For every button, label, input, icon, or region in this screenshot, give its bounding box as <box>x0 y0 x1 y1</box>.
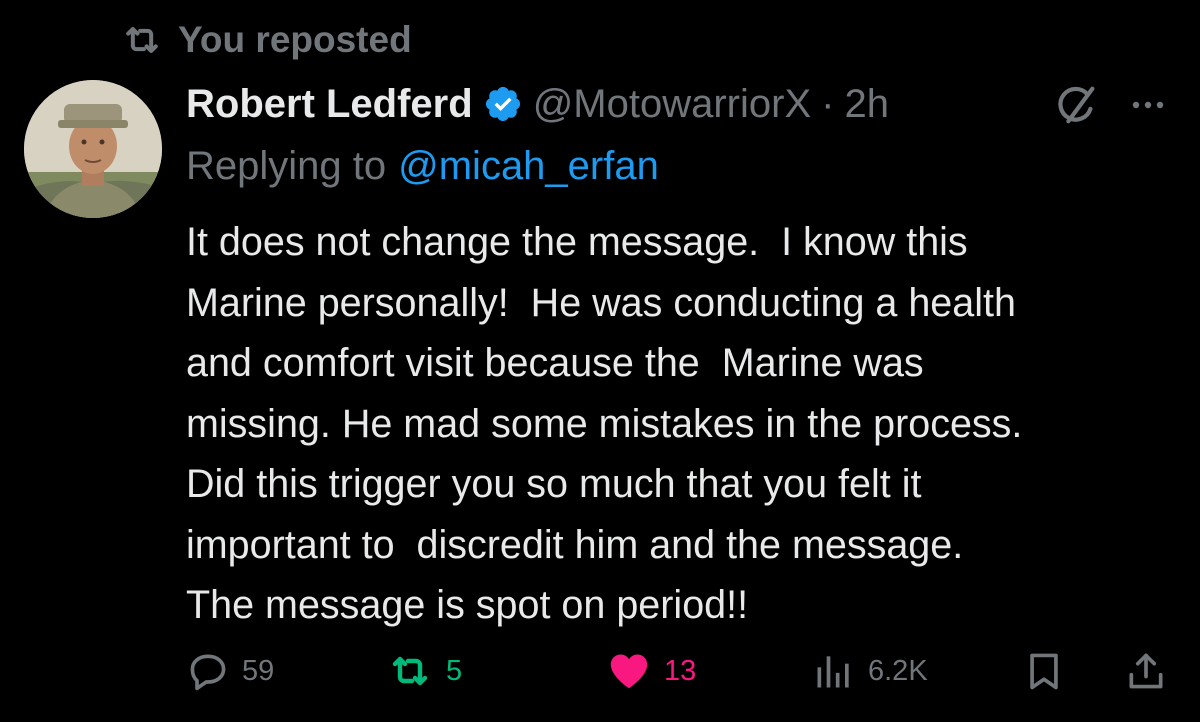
reply-count: 59 <box>242 654 275 687</box>
grok-icon[interactable] <box>1054 82 1100 128</box>
tweet-text-line: important to discredit him and the messa… <box>186 522 964 567</box>
tweet-timestamp[interactable]: 2h <box>844 82 889 127</box>
share-button[interactable] <box>1124 644 1168 698</box>
repost-icon <box>120 18 164 62</box>
tweet-header: Robert Ledferd @MotowarriorX · 2h <box>186 76 889 132</box>
tweet-text-line: The message is spot on period!! <box>186 583 749 627</box>
replying-to-label: Replying to <box>186 143 387 188</box>
views-button[interactable]: 6.2K <box>812 644 928 698</box>
like-count: 13 <box>664 654 697 687</box>
bookmark-button[interactable] <box>1022 644 1066 698</box>
views-count: 6.2K <box>868 654 928 687</box>
views-icon <box>812 649 856 693</box>
author-handle[interactable]: @MotowarriorX <box>533 82 811 127</box>
heart-icon <box>606 648 652 694</box>
more-options-icon[interactable] <box>1128 90 1168 120</box>
reply-button[interactable]: 59 <box>186 644 274 698</box>
tweet-text-line: Did this trigger you so much that you fe… <box>186 462 922 506</box>
avatar[interactable] <box>24 80 162 218</box>
tweet-text: It does not change the message. I know t… <box>186 212 1186 636</box>
tweet-text-line: It does not change the message. I know t… <box>186 220 968 264</box>
repost-count: 5 <box>446 654 463 687</box>
tweet-text-line: Marine personally! He was conducting a h… <box>186 280 1016 325</box>
author-display-name[interactable]: Robert Ledferd <box>186 82 473 127</box>
reply-icon <box>186 649 230 693</box>
replying-to: Replying to @micah_erfan <box>186 138 659 194</box>
tweet-text-line: and comfort visit because the Marine was <box>186 341 924 385</box>
like-button[interactable]: 13 <box>606 644 696 698</box>
repost-banner: You reposted <box>120 16 412 64</box>
repost-button[interactable]: 5 <box>386 644 462 698</box>
repost-banner-label: You reposted <box>178 19 412 60</box>
repost-icon <box>386 647 434 695</box>
share-icon <box>1124 649 1168 693</box>
tweet-text-line: missing. He mad some mistakes in the pro… <box>186 401 1023 446</box>
meta-separator: · <box>821 81 835 126</box>
replying-to-mention[interactable]: @micah_erfan <box>398 144 659 189</box>
bookmark-icon <box>1022 649 1066 693</box>
verified-badge-icon[interactable] <box>483 84 523 124</box>
